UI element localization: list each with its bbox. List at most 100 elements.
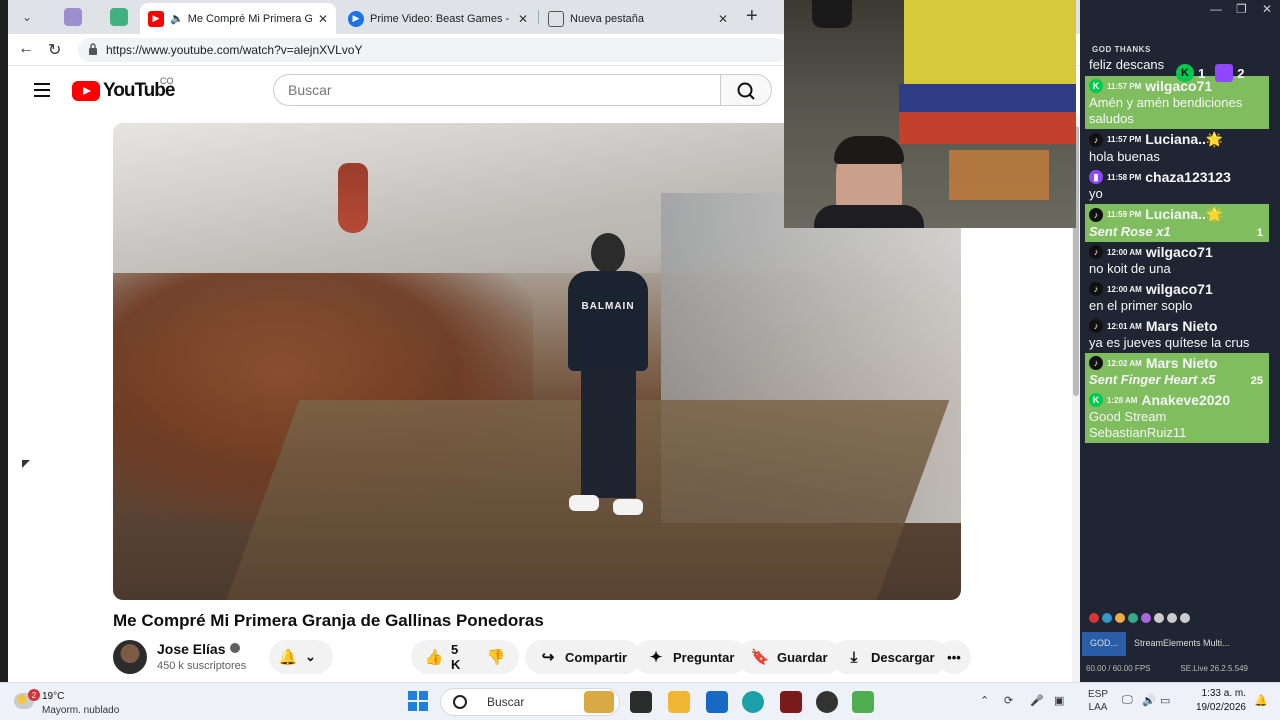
app-icon[interactable] <box>780 691 802 713</box>
input-language[interactable]: ESP LAA <box>1088 688 1108 714</box>
lang-primary: ESP <box>1088 689 1109 700</box>
share-button[interactable]: ↪ Compartir <box>525 640 642 674</box>
chat-app-icon[interactable] <box>852 691 874 713</box>
search-input[interactable]: Buscar <box>273 74 721 106</box>
chat-meta: ♪ 12:00 AM wilgaco71 <box>1089 281 1265 297</box>
close-window-icon[interactable]: ✕ <box>1262 2 1272 16</box>
tray-chevron-icon[interactable]: ⌃ <box>980 694 989 707</box>
chat-text: en el primer soplo <box>1089 298 1193 313</box>
sync-icon[interactable]: ⟳ <box>1004 694 1013 707</box>
partial-text: feliz descans <box>1089 57 1165 72</box>
close-tab-icon[interactable]: ✕ <box>318 12 328 26</box>
mouse-cursor-icon <box>22 460 30 468</box>
youtube-logo[interactable]: YouTube CO <box>72 76 175 102</box>
emote-icon[interactable] <box>1141 613 1151 623</box>
emote-icon[interactable] <box>1154 613 1164 623</box>
tab-title: Nueva pestaña <box>570 12 644 25</box>
chat-text: hola buenas <box>1089 149 1160 164</box>
version-readout: SE.Live 26.2.5.549 <box>1180 664 1248 673</box>
emote-icon[interactable] <box>1128 613 1138 623</box>
site-info-icon[interactable] <box>88 43 98 55</box>
tab-prime-video[interactable]: ▶ Prime Video: Beast Games - Temp ✕ <box>340 3 536 34</box>
tab-title: Prime Video: Beast Games - Temp <box>370 12 512 25</box>
more-actions-button[interactable]: ••• <box>937 640 971 674</box>
emote-bar[interactable] <box>1085 608 1269 628</box>
weather-widget[interactable]: 2 19°C Mayorm. nublado <box>14 687 134 717</box>
channel-avatar[interactable] <box>113 640 147 674</box>
tab-new-tab[interactable]: Nueva pestaña ✕ <box>540 3 736 34</box>
chat-username[interactable]: wilgaco71 <box>1146 244 1213 260</box>
chat-username[interactable]: Mars Nieto <box>1146 318 1218 334</box>
emote-icon[interactable] <box>1102 613 1112 623</box>
maximize-icon[interactable]: ❐ <box>1236 2 1247 16</box>
reload-icon[interactable]: ↻ <box>48 40 61 60</box>
task-view-icon[interactable] <box>630 691 652 713</box>
windows-start-icon[interactable] <box>408 691 428 711</box>
chat-message: ▮ 11:58 PM chaza123123 yo <box>1085 167 1269 204</box>
network-icon[interactable]: 🖵 <box>1122 694 1133 707</box>
bookmark-icon: 🔖 <box>750 649 770 666</box>
close-tab-icon[interactable]: ✕ <box>518 12 528 26</box>
emote-icon[interactable] <box>1089 613 1099 623</box>
dock-tab-god[interactable]: GOD... <box>1082 632 1127 656</box>
dock-tab-streamelements[interactable]: StreamElements Multi... <box>1126 632 1238 656</box>
emote-icon[interactable] <box>1180 613 1190 623</box>
chat-username[interactable]: Anakeve2020 <box>1141 392 1230 408</box>
dislike-button[interactable]: 👎 <box>475 640 519 674</box>
battery-icon[interactable]: ▭ <box>1160 694 1170 707</box>
clock[interactable]: 1:33 a. m. 19/02/2026 <box>1176 687 1246 715</box>
tab-search-icon[interactable]: ⌄ <box>14 6 40 28</box>
notification-icon[interactable]: 🔔 <box>1254 694 1268 707</box>
gift-count: 1 <box>1256 227 1263 239</box>
share-label: Compartir <box>565 649 628 665</box>
channel-name[interactable]: Jose Elías <box>157 641 240 657</box>
windows-taskbar: 2 19°C Mayorm. nublado Buscar ⌃ ⟳ 🎤 ▣ ES… <box>0 682 1280 720</box>
url-field[interactable]: https://www.youtube.com/watch?v=alejnXVL… <box>78 38 788 62</box>
tiktok-icon: ♪ <box>1089 245 1103 259</box>
file-explorer-icon[interactable] <box>668 691 690 713</box>
notifications-button[interactable]: 🔔 ⌄ <box>269 640 333 674</box>
volume-icon[interactable]: 🔊 <box>1142 694 1156 707</box>
minimize-icon[interactable]: — <box>1210 2 1222 16</box>
microphone-icon[interactable]: 🎤 <box>1030 694 1044 707</box>
ask-button[interactable]: ✦ Preguntar <box>633 640 749 674</box>
like-button[interactable]: 👍 5 K <box>411 640 475 674</box>
new-tab-button[interactable]: + <box>746 6 758 26</box>
chat-username[interactable]: chaza123123 <box>1145 169 1231 185</box>
chat-text: Good Stream SebastianRuiz11 <box>1089 409 1187 440</box>
thumbs-down-icon: 👎 <box>486 649 506 666</box>
speaker-icon[interactable]: 🔈 <box>170 12 184 25</box>
chat-text: ya es jueves quítese la crus <box>1089 335 1250 350</box>
chat-message: ♪ 11:57 PM Luciana..🌟 hola buenas <box>1085 129 1269 167</box>
emote-icon[interactable] <box>1115 613 1125 623</box>
kick-count: 1 <box>1198 65 1206 81</box>
emote-icon[interactable] <box>1167 613 1177 623</box>
search-button[interactable] <box>720 74 772 106</box>
download-button[interactable]: ⤓ Descargar <box>831 640 949 674</box>
chat-username[interactable]: wilgaco71 <box>1146 281 1213 297</box>
country-code: CO <box>160 76 174 86</box>
microsoft-store-icon[interactable] <box>706 691 728 713</box>
chat-username[interactable]: Luciana..🌟 <box>1145 206 1223 223</box>
obs-icon[interactable] <box>816 691 838 713</box>
pinned-tab-1[interactable] <box>64 8 82 26</box>
tab-separator <box>538 10 539 24</box>
chat-meta: ♪ 12:01 AM Mars Nieto <box>1089 318 1265 334</box>
save-button[interactable]: 🔖 Guardar <box>737 640 842 674</box>
pinned-tab-2[interactable] <box>110 8 128 26</box>
chat-meta: K 1:28 AM Anakeve2020 <box>1089 392 1265 408</box>
close-tab-icon[interactable]: ✕ <box>718 12 728 26</box>
chat-username[interactable]: Mars Nieto <box>1146 355 1218 371</box>
clock-time: 1:33 a. m. <box>1201 688 1246 699</box>
chat-meta: ♪ 12:02 AM Mars Nieto <box>1089 355 1265 371</box>
back-arrow-icon[interactable]: ← <box>18 40 34 58</box>
search-highlight-icon <box>584 691 614 713</box>
tab-title: Me Compré Mi Primera Granja de <box>187 12 312 25</box>
chat-time: 12:01 AM <box>1107 321 1142 331</box>
edge-icon[interactable] <box>742 691 764 713</box>
chat-feed[interactable]: feliz descans K 11:57 PM wilgaco71 Amén y a… <box>1085 56 1269 606</box>
hamburger-menu-icon[interactable] <box>34 83 50 97</box>
device-icon[interactable]: ▣ <box>1054 694 1064 707</box>
tab-youtube[interactable]: ▶ 🔈 Me Compré Mi Primera Granja de ✕ <box>140 3 336 34</box>
chat-username[interactable]: Luciana..🌟 <box>1145 131 1223 148</box>
